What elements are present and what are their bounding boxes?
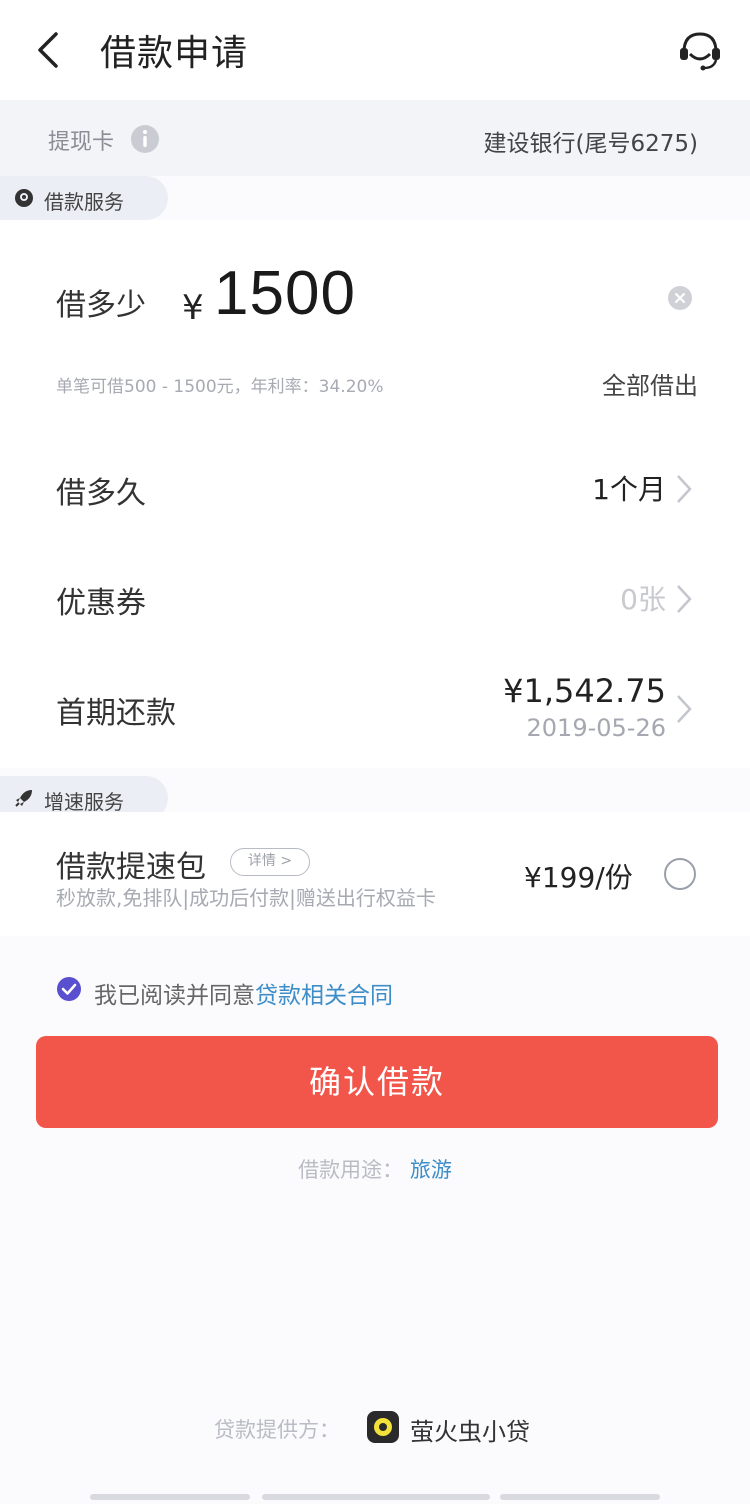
back-arrow-icon[interactable] [30, 28, 70, 72]
amount-hint: 单笔可借500 - 1500元，年利率：34.20% [56, 377, 384, 397]
boost-package-price: ¥199/份 [524, 861, 633, 894]
clear-icon[interactable] [666, 284, 694, 312]
borrow-all-link[interactable]: 全部借出 [602, 366, 698, 401]
rocket-icon [15, 790, 32, 807]
amount-input[interactable]: 1500 [214, 258, 356, 329]
loan-provider-name: 萤火虫小贷 [410, 1418, 530, 1446]
checkbox-checked-icon[interactable] [56, 976, 82, 1002]
chevron-right-icon [677, 585, 692, 613]
coupon-value: 0张 [620, 583, 666, 616]
customer-service-icon[interactable] [676, 26, 724, 74]
loan-term-value: 1个月 [592, 473, 666, 506]
contract-link[interactable]: 贷款相关合同 [255, 983, 393, 1009]
bottom-bar-segment [90, 1494, 250, 1500]
amount-label: 借多少 [56, 288, 146, 323]
page-title: 借款申请 [100, 33, 249, 74]
boost-detail-link[interactable]: 详情 > [230, 848, 310, 876]
boost-service-tag-label: 增速服务 [44, 790, 124, 814]
agreement-prefix: 我已阅读并同意 [94, 983, 255, 1009]
boost-package-card: 借款提速包 详情 > 秒放款,免排队|成功后付款|赠送出行权益卡 ¥199/份 [0, 812, 750, 936]
agreement-text: 我已阅读并同意贷款相关合同 [94, 976, 393, 1010]
loan-service-tag: 借款服务 [0, 176, 168, 220]
bottom-bar-segment [262, 1494, 490, 1500]
withdrawal-card-label: 提现卡 [48, 130, 115, 155]
loan-provider-label: 贷款提供方： [214, 1418, 340, 1442]
first-repayment-date: 2019-05-26 [526, 714, 666, 742]
chevron-right-icon [677, 475, 692, 503]
first-repayment-row[interactable]: 首期还款 ¥1,542.75 2019-05-26 [0, 658, 750, 758]
loan-term-label: 借多久 [56, 476, 146, 511]
loan-purpose-label: 借款用途： [298, 1158, 404, 1182]
top-nav-bar: 借款申请 [0, 0, 750, 100]
chevron-right-icon [677, 695, 692, 723]
loan-term-row[interactable]: 借多久 1个月 [0, 438, 750, 538]
first-repayment-label: 首期还款 [56, 696, 176, 731]
loan-purpose: 借款用途： 旅游 [0, 1154, 750, 1184]
loan-purpose-value[interactable]: 旅游 [410, 1158, 452, 1182]
boost-select-radio-icon[interactable] [664, 858, 696, 890]
loan-service-tag-label: 借款服务 [44, 190, 124, 214]
chat-bubble-icon [15, 189, 33, 207]
boost-package-title: 借款提速包 [56, 850, 206, 885]
loan-form-card: 借多少 ¥ 1500 单笔可借500 - 1500元，年利率：34.20% 全部… [0, 220, 750, 768]
firefly-logo-icon [367, 1411, 399, 1443]
withdrawal-card-value: 建设银行(尾号6275) [483, 131, 698, 157]
info-icon[interactable] [130, 124, 160, 154]
boost-package-description: 秒放款,免排队|成功后付款|赠送出行权益卡 [56, 886, 436, 910]
withdrawal-card-row[interactable]: 提现卡 建设银行(尾号6275) [0, 100, 750, 176]
bottom-bar-segment [500, 1494, 660, 1500]
first-repayment-amount: ¥1,542.75 [503, 672, 666, 710]
coupon-row[interactable]: 优惠券 0张 [0, 548, 750, 648]
loan-provider: 贷款提供方： 萤火虫小贷 [0, 1408, 750, 1448]
amount-currency: ¥ [182, 288, 204, 328]
coupon-label: 优惠券 [56, 586, 146, 621]
confirm-loan-button[interactable]: 确认借款 [36, 1036, 718, 1128]
